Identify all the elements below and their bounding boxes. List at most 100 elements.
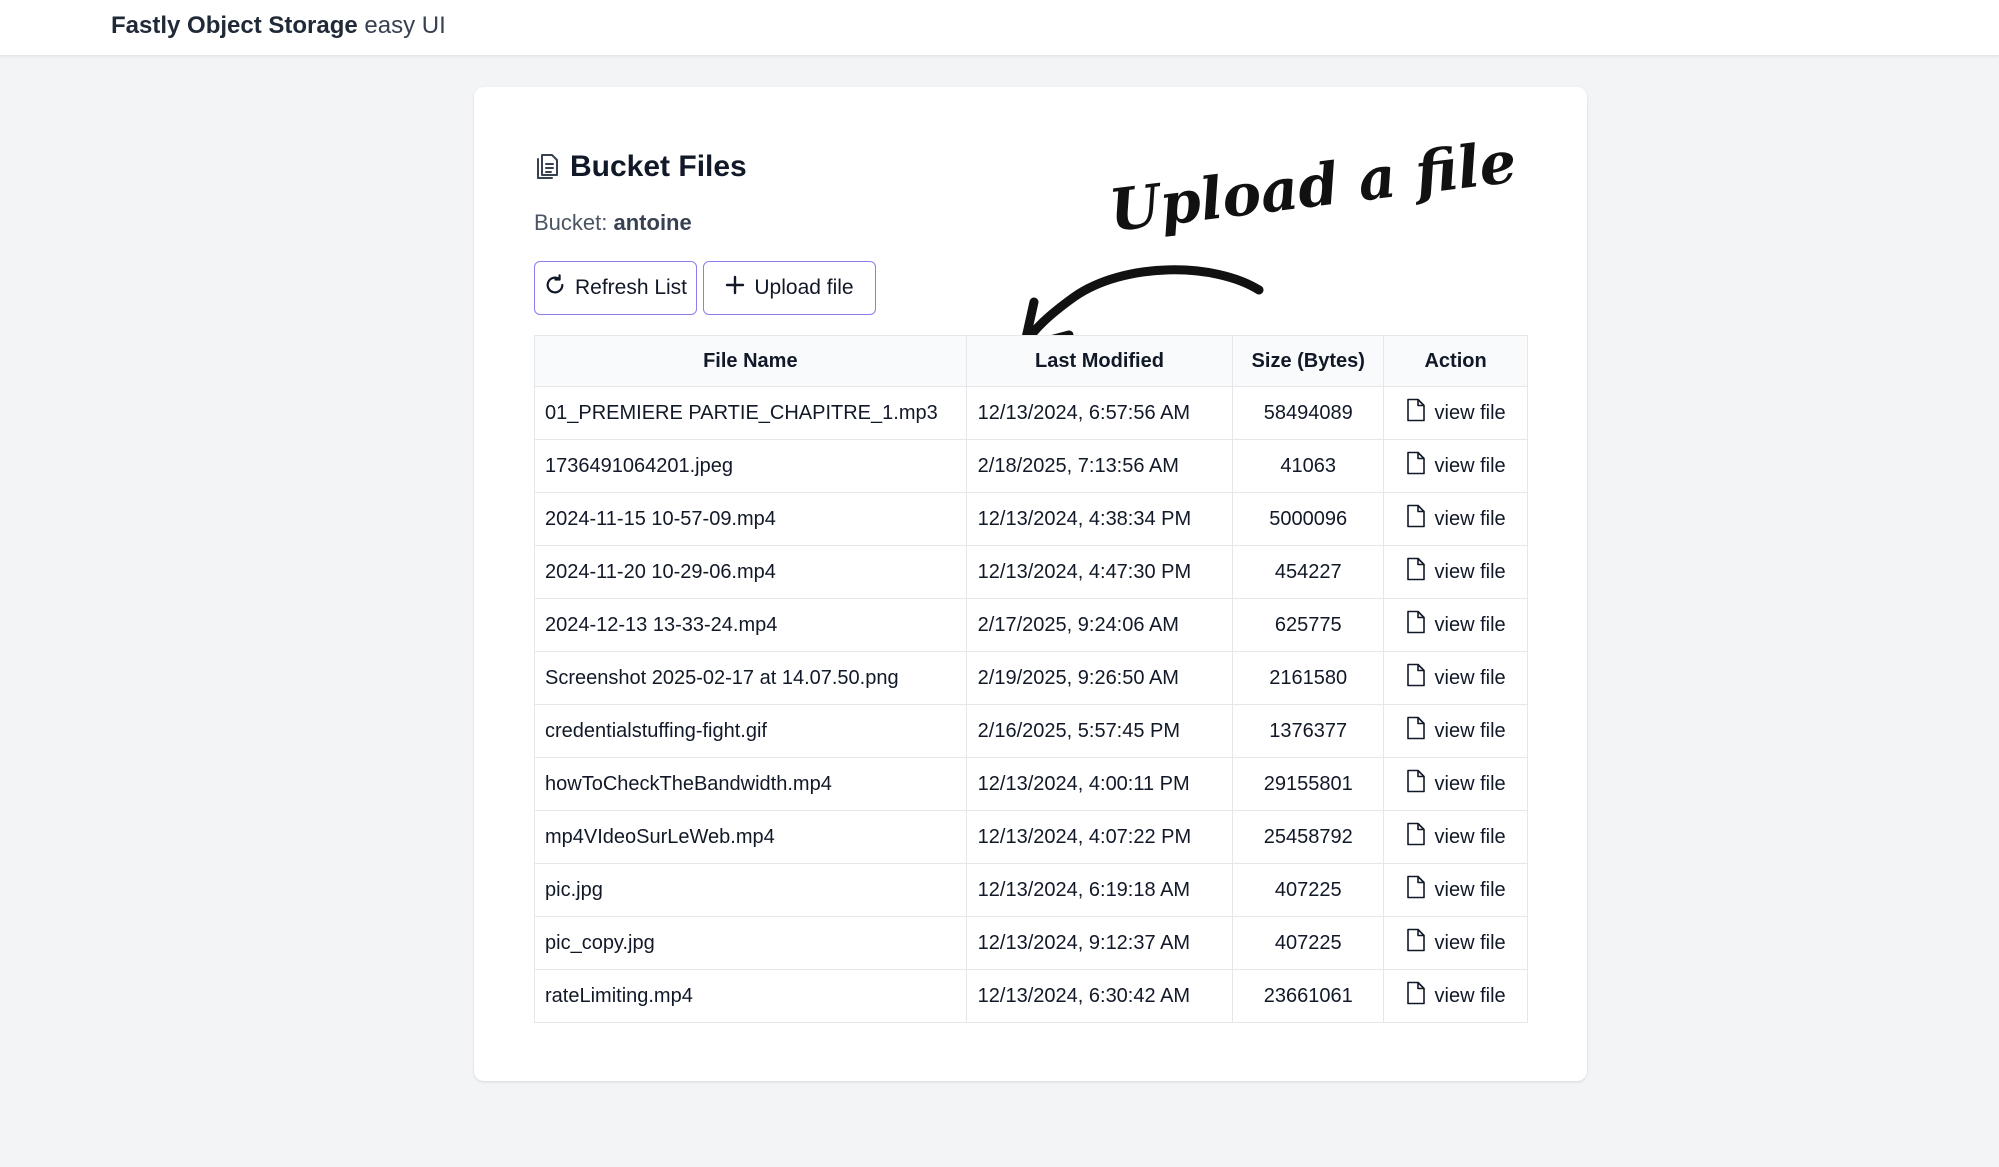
file-icon (1406, 928, 1426, 958)
bucket-files-card: Bucket Files Bucket: antoine Refresh Lis… (474, 87, 1587, 1081)
last-modified-cell: 12/13/2024, 4:07:22 PM (965, 810, 1234, 864)
table-row: 2024-11-15 10-57-09.mp4 12/13/2024, 4:38:… (534, 492, 1528, 546)
last-modified-cell: 2/19/2025, 9:26:50 AM (965, 651, 1234, 705)
view-file-label: view file (1434, 878, 1506, 901)
view-file-link[interactable]: view file (1406, 663, 1506, 693)
last-modified-cell: 2/18/2025, 7:13:56 AM (965, 439, 1234, 493)
size-cell: 5000096 (1232, 492, 1385, 546)
brand-strong: Fastly Object Storage (111, 12, 358, 39)
action-cell: view file (1383, 651, 1528, 705)
files-table-body: 01_PREMIERE PARTIE_CHAPITRE_1.mp3 12/13/2… (534, 386, 1528, 1023)
action-cell: view file (1383, 439, 1528, 493)
last-modified-cell: 12/13/2024, 4:38:34 PM (965, 492, 1234, 546)
size-cell: 1376377 (1232, 704, 1385, 758)
view-file-link[interactable]: view file (1406, 769, 1506, 799)
file-icon (1406, 716, 1426, 746)
view-file-link[interactable]: view file (1406, 981, 1506, 1011)
file-name-cell: 2024-11-20 10-29-06.mp4 (534, 545, 967, 599)
last-modified-cell: 12/13/2024, 4:00:11 PM (965, 757, 1234, 811)
table-row: 2024-11-20 10-29-06.mp4 12/13/2024, 4:47:… (534, 545, 1528, 599)
view-file-link[interactable]: view file (1406, 557, 1506, 587)
view-file-label: view file (1434, 666, 1506, 689)
table-row: howToCheckTheBandwidth.mp4 12/13/2024, 4:… (534, 757, 1528, 811)
view-file-label: view file (1434, 613, 1506, 636)
size-cell: 625775 (1232, 598, 1385, 652)
table-row: Screenshot 2025-02-17 at 14.07.50.png 2/1… (534, 651, 1528, 705)
bucket-label: Bucket: (534, 210, 608, 235)
view-file-label: view file (1434, 931, 1506, 954)
view-file-link[interactable]: view file (1406, 451, 1506, 481)
last-modified-cell: 12/13/2024, 6:57:56 AM (965, 386, 1234, 440)
refresh-icon (544, 274, 566, 302)
header-size: Size (Bytes) (1232, 335, 1385, 387)
action-cell: view file (1383, 916, 1528, 970)
header-action: Action (1383, 335, 1528, 387)
plus-icon (725, 275, 745, 301)
view-file-link[interactable]: view file (1406, 398, 1506, 428)
file-name-cell: 01_PREMIERE PARTIE_CHAPITRE_1.mp3 (534, 386, 967, 440)
last-modified-cell: 2/16/2025, 5:57:45 PM (965, 704, 1234, 758)
table-row: 2024-12-13 13-33-24.mp4 2/17/2025, 9:24:0… (534, 598, 1528, 652)
file-name-cell: 2024-11-15 10-57-09.mp4 (534, 492, 967, 546)
table-row: rateLimiting.mp4 12/13/2024, 6:30:42 AM 23… (534, 969, 1528, 1023)
refresh-list-button[interactable]: Refresh List (534, 261, 697, 315)
size-cell: 29155801 (1232, 757, 1385, 811)
file-icon (1406, 557, 1426, 587)
top-bar: Fastly Object Storage easy UI (0, 0, 1999, 56)
files-icon (534, 151, 560, 184)
action-cell: view file (1383, 969, 1528, 1023)
file-icon (1406, 875, 1426, 905)
page-title-text: Bucket Files (570, 150, 747, 183)
view-file-label: view file (1434, 984, 1506, 1007)
file-icon (1406, 610, 1426, 640)
file-name-cell: mp4VIdeoSurLeWeb.mp4 (534, 810, 967, 864)
page-title: Bucket Files (534, 150, 747, 184)
view-file-label: view file (1434, 719, 1506, 742)
last-modified-cell: 2/17/2025, 9:24:06 AM (965, 598, 1234, 652)
file-name-cell: credentialstuffing-fight.gif (534, 704, 967, 758)
view-file-link[interactable]: view file (1406, 928, 1506, 958)
action-cell: view file (1383, 757, 1528, 811)
size-cell: 23661061 (1232, 969, 1385, 1023)
bucket-name: antoine (613, 210, 692, 235)
brand-light: easy UI (364, 12, 446, 39)
action-cell: view file (1383, 545, 1528, 599)
view-file-label: view file (1434, 507, 1506, 530)
file-icon (1406, 504, 1426, 534)
size-cell: 407225 (1232, 916, 1385, 970)
file-name-cell: Screenshot 2025-02-17 at 14.07.50.png (534, 651, 967, 705)
file-icon (1406, 981, 1426, 1011)
upload-file-button[interactable]: Upload file (703, 261, 876, 315)
view-file-link[interactable]: view file (1406, 822, 1506, 852)
table-row: 1736491064201.jpeg 2/18/2025, 7:13:56 AM 4… (534, 439, 1528, 493)
table-row: pic.jpg 12/13/2024, 6:19:18 AM 407225 view … (534, 863, 1528, 917)
action-cell: view file (1383, 598, 1528, 652)
file-name-cell: howToCheckTheBandwidth.mp4 (534, 757, 967, 811)
bucket-info: Bucket: antoine (534, 210, 692, 236)
file-name-cell: 1736491064201.jpeg (534, 439, 967, 493)
refresh-list-label: Refresh List (574, 276, 688, 299)
header-file-name: File Name (534, 335, 967, 387)
view-file-label: view file (1434, 825, 1506, 848)
table-row: 01_PREMIERE PARTIE_CHAPITRE_1.mp3 12/13/2… (534, 386, 1528, 440)
view-file-link[interactable]: view file (1406, 716, 1506, 746)
action-cell: view file (1383, 863, 1528, 917)
action-cell: view file (1383, 810, 1528, 864)
size-cell: 25458792 (1232, 810, 1385, 864)
table-row: mp4VIdeoSurLeWeb.mp4 12/13/2024, 4:07:22 … (534, 810, 1528, 864)
action-cell: view file (1383, 492, 1528, 546)
view-file-link[interactable]: view file (1406, 875, 1506, 905)
upload-file-label: Upload file (754, 276, 854, 299)
size-cell: 2161580 (1232, 651, 1385, 705)
view-file-label: view file (1434, 454, 1506, 477)
action-cell: view file (1383, 704, 1528, 758)
file-icon (1406, 398, 1426, 428)
file-icon (1406, 663, 1426, 693)
app-brand[interactable]: Fastly Object Storage easy UI (111, 10, 446, 42)
header-last-modified: Last Modified (965, 335, 1234, 387)
view-file-label: view file (1434, 560, 1506, 583)
file-icon (1406, 451, 1426, 481)
view-file-link[interactable]: view file (1406, 610, 1506, 640)
view-file-link[interactable]: view file (1406, 504, 1506, 534)
file-icon (1406, 769, 1426, 799)
